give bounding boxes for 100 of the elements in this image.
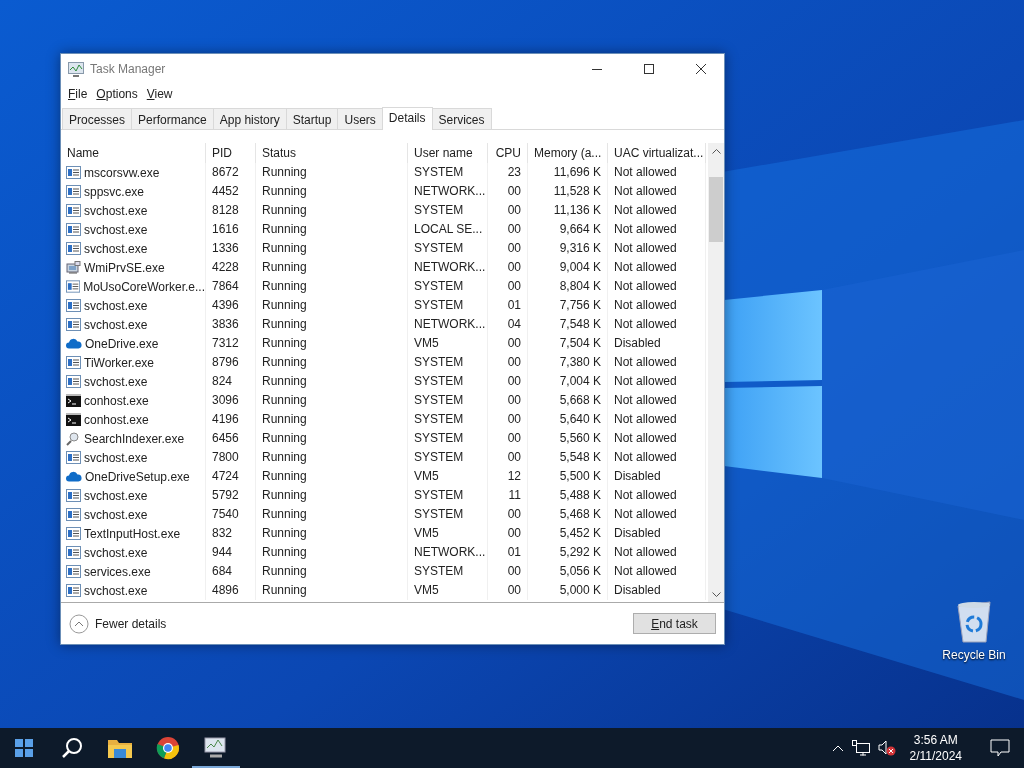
tab[interactable]: Startup [285, 108, 339, 129]
table-cell: 9,004 K [528, 258, 608, 277]
column-header[interactable]: Status [256, 143, 408, 163]
table-cell: Running [256, 486, 408, 505]
table-cell: 00 [488, 334, 528, 353]
table-cell: conhost.exe [84, 412, 149, 427]
column-header[interactable]: UAC virtualizat... [608, 143, 706, 163]
table-cell: SYSTEM [408, 391, 488, 410]
table-cell: Running [256, 429, 408, 448]
table-cell: svchost.exe [84, 583, 148, 598]
table-cell: 5,548 K [528, 448, 608, 467]
column-header[interactable]: Memory (a... [528, 143, 608, 163]
browser-icon [156, 736, 180, 760]
clock[interactable]: 3:56 AM 2/11/2024 [903, 732, 968, 764]
table-cell: Not allowed [608, 163, 706, 182]
table-cell: SYSTEM [408, 353, 488, 372]
table-cell: NETWORK... [408, 182, 488, 201]
speaker-muted-icon[interactable] [877, 740, 896, 756]
window-icon [66, 318, 81, 331]
table-cell: 5,560 K [528, 429, 608, 448]
table-cell: VM5 [408, 467, 488, 486]
table-cell: Running [256, 296, 408, 315]
table-cell: Not allowed [608, 315, 706, 334]
table-cell: 7,548 K [528, 315, 608, 334]
table-cell: Not allowed [608, 562, 706, 581]
table-cell: 11,136 K [528, 201, 608, 220]
table-cell: Running [256, 334, 408, 353]
table-cell: SYSTEM [408, 429, 488, 448]
tab[interactable]: Performance [131, 108, 214, 129]
scroll-thumb[interactable] [709, 177, 723, 242]
table-cell: 23 [488, 163, 528, 182]
recycle-bin-icon[interactable] [955, 600, 993, 644]
computer-icon [66, 260, 81, 275]
clock-date: 2/11/2024 [909, 748, 962, 764]
menu-item[interactable]: View [146, 87, 173, 101]
column-header[interactable]: CPU [488, 143, 528, 163]
table-cell: Running [256, 353, 408, 372]
table-cell: svchost.exe [84, 374, 148, 389]
end-task-button[interactable]: End task [633, 613, 716, 634]
table-cell: 7800 [206, 448, 256, 467]
window-icon [66, 242, 81, 255]
monitor-chart-icon [204, 736, 228, 758]
window-icon [66, 166, 81, 179]
table-cell: WmiPrvSE.exe [84, 260, 165, 275]
column-header[interactable]: PID [206, 143, 256, 163]
table-cell: Not allowed [608, 448, 706, 467]
table-cell: SYSTEM [408, 448, 488, 467]
scroll-down-icon[interactable] [711, 592, 721, 598]
table-cell: Running [256, 220, 408, 239]
maximize-icon [644, 64, 654, 74]
scroll-up-icon[interactable] [711, 148, 721, 154]
table-cell: Not allowed [608, 201, 706, 220]
table-cell: SYSTEM [408, 410, 488, 429]
search-icon [61, 737, 83, 759]
table-cell: TiWorker.exe [84, 355, 155, 370]
table-cell: Not allowed [608, 410, 706, 429]
desktop-icon-label[interactable]: Recycle Bin [942, 648, 1006, 662]
table-cell: 00 [488, 505, 528, 524]
menu-item[interactable]: Options [96, 87, 138, 101]
table-cell: 5,468 K [528, 505, 608, 524]
table-cell: 00 [488, 220, 528, 239]
table-cell: SYSTEM [408, 201, 488, 220]
table-cell: 5,640 K [528, 410, 608, 429]
table-cell: 5,056 K [528, 562, 608, 581]
window-icon [66, 527, 81, 540]
chevron-up-icon[interactable] [831, 744, 844, 752]
tab[interactable]: Users [337, 108, 383, 129]
tab[interactable]: Details [381, 107, 433, 130]
table-cell: SearchIndexer.exe [84, 431, 185, 446]
table-cell: 9,664 K [528, 220, 608, 239]
table-cell: 9,316 K [528, 239, 608, 258]
table-cell: SYSTEM [408, 163, 488, 182]
close-icon [696, 64, 706, 74]
table-cell: NETWORK... [408, 315, 488, 334]
column-header[interactable]: Name [61, 143, 206, 163]
table-cell: svchost.exe [84, 545, 148, 560]
table-cell: 824 [206, 372, 256, 391]
monitor-chart-icon [68, 61, 84, 77]
table-cell: Not allowed [608, 372, 706, 391]
tab[interactable]: Services [431, 108, 492, 129]
table-cell: 7,504 K [528, 334, 608, 353]
table-cell: 4396 [206, 296, 256, 315]
table-cell: Running [256, 315, 408, 334]
scrollbar[interactable] [708, 143, 724, 602]
table-cell: Running [256, 372, 408, 391]
menu-item[interactable]: File [68, 87, 88, 101]
table-cell: 3096 [206, 391, 256, 410]
table-cell: 3836 [206, 315, 256, 334]
network-icon[interactable] [851, 740, 870, 756]
table-cell: Not allowed [608, 505, 706, 524]
table-cell: 5,500 K [528, 467, 608, 486]
tab[interactable]: App history [212, 108, 287, 129]
table-cell: svchost.exe [84, 222, 148, 237]
table-cell: Running [256, 562, 408, 581]
tab[interactable]: Processes [62, 108, 133, 129]
clock-time: 3:56 AM [913, 732, 958, 748]
column-header[interactable]: User name [408, 143, 488, 163]
fewer-details-link[interactable]: Fewer details [95, 616, 167, 631]
table-cell: Not allowed [608, 296, 706, 315]
collapse-icon[interactable] [69, 613, 89, 634]
